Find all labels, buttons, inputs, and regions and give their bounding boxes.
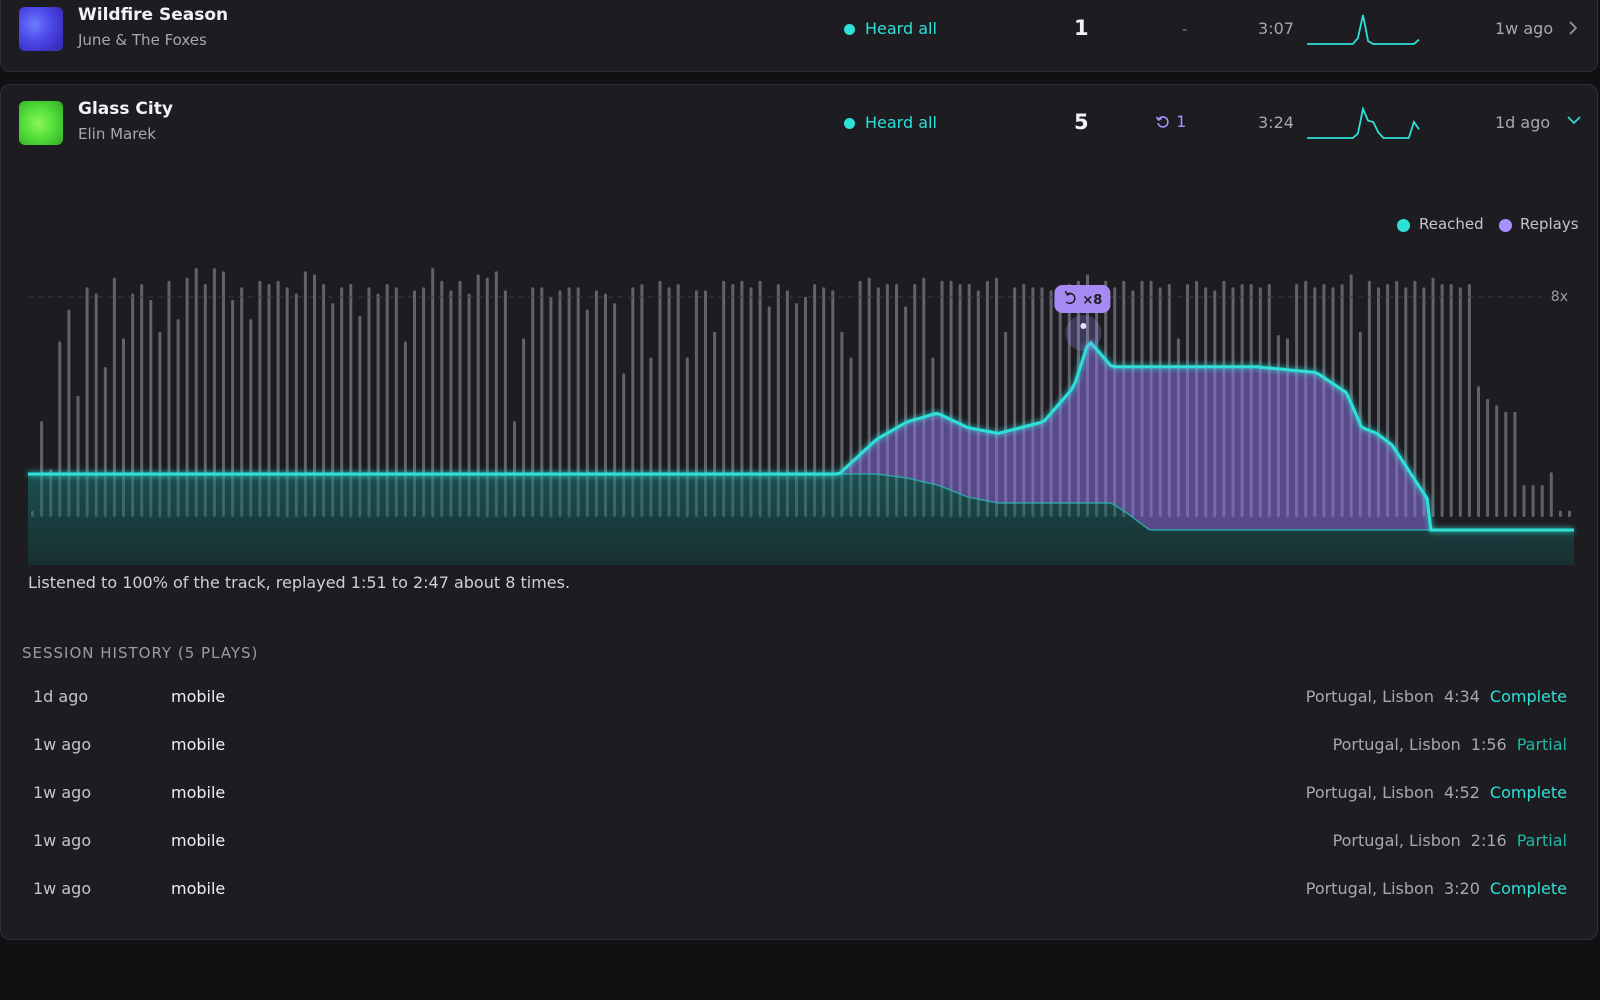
chevron-right-icon[interactable] <box>1567 21 1579 35</box>
session-details: Portugal, Lisbon 2:16 Partial <box>1333 831 1567 850</box>
track-card-wildfire-season[interactable]: Wildfire Season June & The Foxes Heard a… <box>0 0 1598 72</box>
y-max-label: 8x <box>1551 289 1568 305</box>
annotation-halo <box>1065 315 1102 351</box>
album-art <box>19 7 63 51</box>
last-played: 1w ago <box>1495 19 1554 38</box>
annotation-point[interactable] <box>1080 323 1087 329</box>
waveform-bar <box>1522 485 1526 517</box>
waveform-bar <box>1568 510 1571 517</box>
annotation-label: ×8 <box>1082 293 1102 308</box>
session-details: Portugal, Lisbon 1:56 Partial <box>1333 735 1567 754</box>
track-title: Wildfire Season <box>78 5 229 25</box>
session-duration: 3:20 <box>1443 879 1480 898</box>
status-dot-icon <box>844 24 855 35</box>
waveform-bar <box>1558 510 1562 517</box>
session-time: 1w ago <box>33 735 92 754</box>
session-history-heading: SESSION HISTORY (5 PLAYS) <box>22 644 259 662</box>
track-row[interactable]: Wildfire Season June & The Foxes Heard a… <box>1 0 1597 63</box>
waveform-bar <box>1477 386 1480 517</box>
session-duration: 4:52 <box>1443 783 1480 802</box>
session-location: Portugal, Lisbon <box>1305 687 1434 706</box>
session-row[interactable]: 1w ago mobile Portugal, Lisbon 4:52 Complete <box>1 775 1599 815</box>
session-device: mobile <box>171 783 226 802</box>
session-time: 1w ago <box>33 831 92 850</box>
waveform-bar <box>1531 485 1535 517</box>
track-card-glass-city: Glass City Elin Marek Heard all 5 1 3:24… <box>0 84 1598 940</box>
session-row[interactable]: 1w ago mobile Portugal, Lisbon 2:16 Partial <box>1 823 1599 863</box>
replay-count: - <box>1182 20 1188 38</box>
session-status: Complete <box>1489 783 1567 802</box>
waveform-bar <box>1431 277 1435 517</box>
session-row[interactable]: 1w ago mobile Portugal, Lisbon 1:56 Partial <box>1 727 1599 767</box>
track-duration: 3:07 <box>1258 19 1294 38</box>
session-details: Portugal, Lisbon 4:34 Complete <box>1306 687 1567 706</box>
waveform-bar <box>1440 284 1444 517</box>
waveform-bar <box>1422 287 1426 517</box>
chart-summary: Listened to 100% of the track, replayed … <box>28 573 571 592</box>
session-duration: 1:56 <box>1470 735 1507 754</box>
session-location: Portugal, Lisbon <box>1305 783 1434 802</box>
session-details: Portugal, Lisbon 4:52 Complete <box>1306 783 1567 802</box>
session-location: Portugal, Lisbon <box>1305 879 1434 898</box>
waveform-bar <box>1513 411 1517 517</box>
waveform-bar <box>1540 485 1544 517</box>
session-status: Complete <box>1489 687 1567 706</box>
waveform-bar <box>1504 411 1508 517</box>
track-artist: June & The Foxes <box>78 31 207 49</box>
session-device: mobile <box>171 879 226 898</box>
waveform-bar <box>1449 284 1453 517</box>
waveform-bar <box>1549 472 1553 517</box>
session-duration: 4:34 <box>1443 687 1480 706</box>
session-device: mobile <box>171 687 226 706</box>
play-count: 1 <box>1074 16 1089 40</box>
listening-sparkline <box>1307 14 1420 45</box>
session-status: Partial <box>1516 831 1567 850</box>
sparkline-line <box>1307 14 1420 45</box>
listening-chart[interactable]: 0:001:002:003:008x ×8 <box>1 85 1599 565</box>
session-time: 1d ago <box>33 687 89 706</box>
session-time: 1w ago <box>33 783 92 802</box>
session-time: 1w ago <box>33 879 92 898</box>
session-details: Portugal, Lisbon 3:20 Complete <box>1306 879 1567 898</box>
session-row[interactable]: 1w ago mobile Portugal, Lisbon 3:20 Complete <box>1 871 1599 911</box>
waveform-bar <box>1467 284 1471 517</box>
session-location: Portugal, Lisbon <box>1332 735 1461 754</box>
status-label: Heard all <box>865 19 937 38</box>
session-status: Partial <box>1516 735 1567 754</box>
waveform-bar <box>1495 405 1499 517</box>
waveform-bar <box>1486 398 1490 517</box>
waveform-bar <box>1458 287 1462 517</box>
session-status: Complete <box>1489 879 1567 898</box>
session-location: Portugal, Lisbon <box>1332 831 1461 850</box>
session-device: mobile <box>171 831 226 850</box>
session-device: mobile <box>171 735 226 754</box>
session-row[interactable]: 1d ago mobile Portugal, Lisbon 4:34 Complete <box>1 679 1599 719</box>
session-duration: 2:16 <box>1470 831 1507 850</box>
